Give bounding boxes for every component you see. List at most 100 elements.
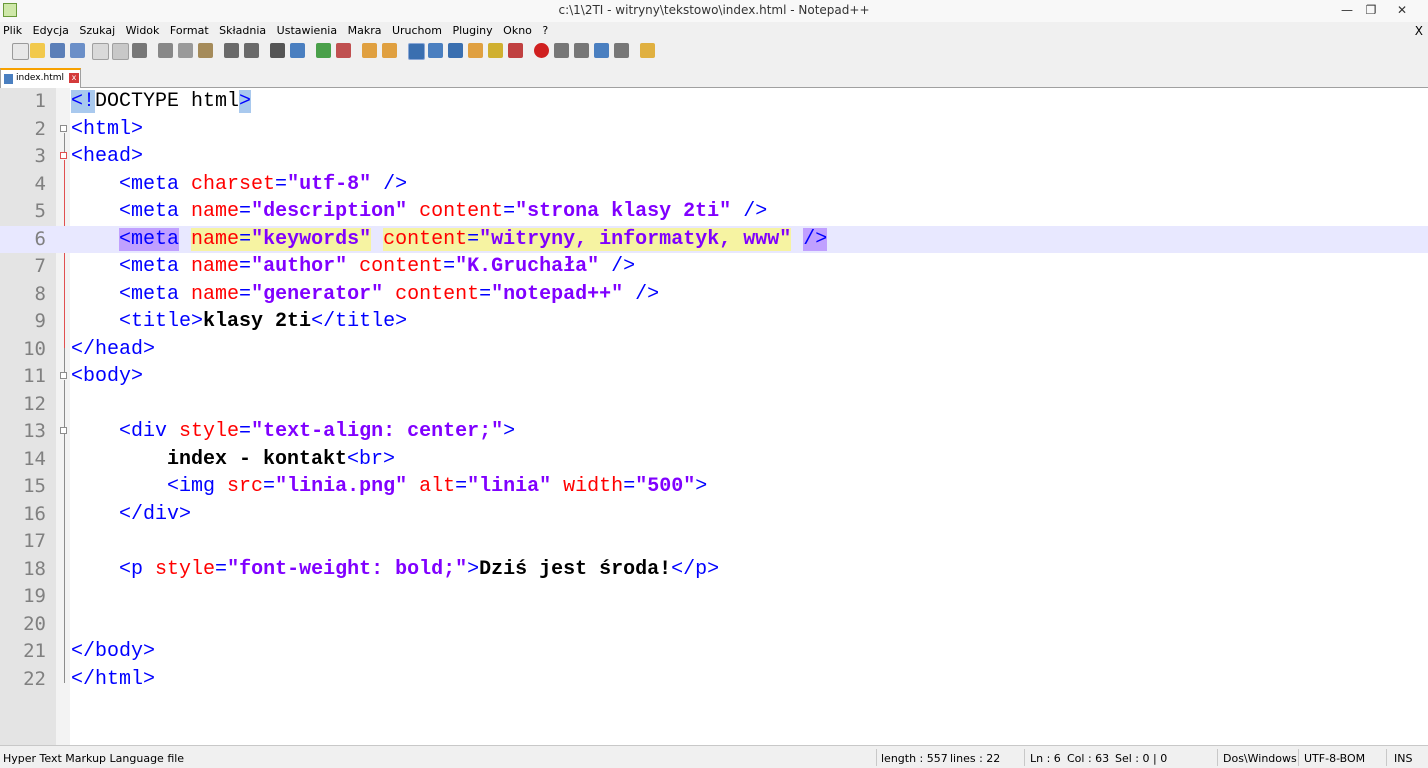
attr-value: "witryny, informatyk, www" <box>479 227 792 251</box>
attr-value: "linia.png" <box>275 475 408 498</box>
copy-icon[interactable] <box>178 43 193 58</box>
tab-close-icon[interactable]: x <box>69 73 79 83</box>
title-close-tag: </title> <box>311 310 408 333</box>
status-encoding[interactable]: UTF-8-BOM <box>1304 752 1365 765</box>
code-line: 11 <body> <box>0 363 1428 391</box>
menu-skladnia[interactable]: Składnia <box>216 22 269 40</box>
line-number: 20 <box>23 612 46 635</box>
meta-tag-highlighted: <meta <box>119 227 180 251</box>
tab-index-html[interactable]: index.html x <box>0 68 81 88</box>
paste-icon[interactable] <box>198 43 213 58</box>
p-close-tag: </p> <box>671 557 720 581</box>
close-all-icon[interactable] <box>112 43 129 60</box>
run-icon[interactable] <box>640 43 655 58</box>
paragraph-text: Dziś jest środa! <box>479 557 672 581</box>
open-file-icon[interactable] <box>30 43 45 58</box>
attr-name: content <box>383 227 468 251</box>
find-icon[interactable] <box>270 43 285 58</box>
img-tag: <img <box>167 475 228 498</box>
redo-icon[interactable] <box>244 43 259 58</box>
attr-name: name <box>191 282 240 306</box>
code-line: 15 <img src="linia.png" alt="linia" widt… <box>0 473 1428 501</box>
meta-tag: <meta <box>119 172 192 196</box>
doc-map-icon[interactable] <box>488 43 503 58</box>
text-content: index - kontakt <box>167 447 348 471</box>
code-line: 5 <meta name="description" content="stro… <box>0 198 1428 226</box>
user-language-icon[interactable] <box>468 43 483 58</box>
cut-icon[interactable] <box>158 43 173 58</box>
function-list-icon[interactable] <box>508 43 523 58</box>
new-file-icon[interactable] <box>12 43 29 60</box>
file-icon <box>4 74 13 84</box>
status-sel: Sel : 0 | 0 <box>1115 752 1168 765</box>
run-macro-multiple-icon[interactable] <box>594 43 609 58</box>
indent-guide-icon[interactable] <box>448 43 463 58</box>
editor[interactable]: 1 <!DOCTYPE html> 2 <html> 3 <head> 4 <m… <box>0 88 1428 745</box>
meta-tag: <meta <box>119 200 192 223</box>
close-file-icon[interactable] <box>92 43 109 60</box>
status-col: Col : 63 <box>1067 752 1110 765</box>
attr-value: "author" <box>251 255 348 278</box>
attr-name: style <box>179 420 240 443</box>
menu-help[interactable]: ? <box>539 22 551 40</box>
zoom-out-icon[interactable] <box>336 43 351 58</box>
menu-szukaj[interactable]: Szukaj <box>76 22 118 40</box>
replace-icon[interactable] <box>290 43 305 58</box>
close-document-button[interactable]: X <box>1415 22 1423 40</box>
zoom-in-icon[interactable] <box>316 43 331 58</box>
save-icon[interactable] <box>50 43 65 58</box>
code-line: 22 </html> <box>0 666 1428 694</box>
attr-value: "notepad++" <box>491 282 624 306</box>
menu-pluginy[interactable]: Pluginy <box>449 22 495 40</box>
word-wrap-icon[interactable] <box>408 43 425 60</box>
menu-format[interactable]: Format <box>167 22 212 40</box>
menu-uruchom[interactable]: Uruchom <box>389 22 445 40</box>
line-number: 12 <box>23 392 46 415</box>
line-number: 11 <box>23 365 46 387</box>
menu-widok[interactable]: Widok <box>123 22 163 40</box>
print-icon[interactable] <box>132 43 147 58</box>
doctype-open: <! <box>71 90 96 113</box>
attr-value: "generator" <box>251 282 384 306</box>
attr-name: alt <box>419 475 456 498</box>
menu-makra[interactable]: Makra <box>345 22 385 40</box>
sync-horizontal-icon[interactable] <box>382 43 397 58</box>
menu-edycja[interactable]: Edycja <box>30 22 72 40</box>
menu-plik[interactable]: Plik <box>0 22 25 40</box>
menu-ustawienia[interactable]: Ustawienia <box>274 22 340 40</box>
play-macro-icon[interactable] <box>574 43 589 58</box>
status-eol[interactable]: Dos\Windows <box>1223 752 1297 765</box>
html-close-tag: </html> <box>71 667 156 691</box>
status-divider <box>1298 749 1299 766</box>
code-line: 2 <html> <box>0 116 1428 144</box>
maximize-button[interactable]: ❐ <box>1357 0 1385 20</box>
doctype-text: DOCTYPE html <box>95 90 240 113</box>
line-number: 8 <box>34 282 46 305</box>
save-all-icon[interactable] <box>70 43 85 58</box>
attr-value: "keywords" <box>251 227 372 251</box>
line-number: 15 <box>23 475 46 497</box>
code-line-current: 6 <meta name="keywords" content="witryny… <box>0 225 1428 253</box>
status-ln: Ln : 6 <box>1030 752 1061 765</box>
menu-okno[interactable]: Okno <box>500 22 535 40</box>
show-all-chars-icon[interactable] <box>428 43 443 58</box>
save-macro-icon[interactable] <box>614 43 629 58</box>
stop-macro-icon[interactable] <box>554 43 569 58</box>
line-number: 7 <box>34 255 46 277</box>
close-window-button[interactable]: ✕ <box>1388 0 1416 20</box>
status-divider <box>1024 749 1025 766</box>
attr-value: "font-weight: bold;" <box>227 557 468 581</box>
code-line: 18 <p style="font-weight: bold;">Dziś je… <box>0 556 1428 584</box>
attr-value: "strona klasy 2ti" <box>515 200 732 223</box>
code-line: 20 <box>0 611 1428 639</box>
undo-icon[interactable] <box>224 43 239 58</box>
attr-name: name <box>191 227 240 251</box>
sync-vertical-icon[interactable] <box>362 43 377 58</box>
line-number: 10 <box>23 337 46 360</box>
code-line: 13 <div style="text-align: center;"> <box>0 418 1428 446</box>
attr-name: width <box>563 475 624 498</box>
record-macro-icon[interactable] <box>534 43 549 58</box>
attr-value: "K.Gruchała" <box>455 255 600 278</box>
line-number: 19 <box>23 585 46 607</box>
title-open-tag: <title> <box>119 310 204 333</box>
